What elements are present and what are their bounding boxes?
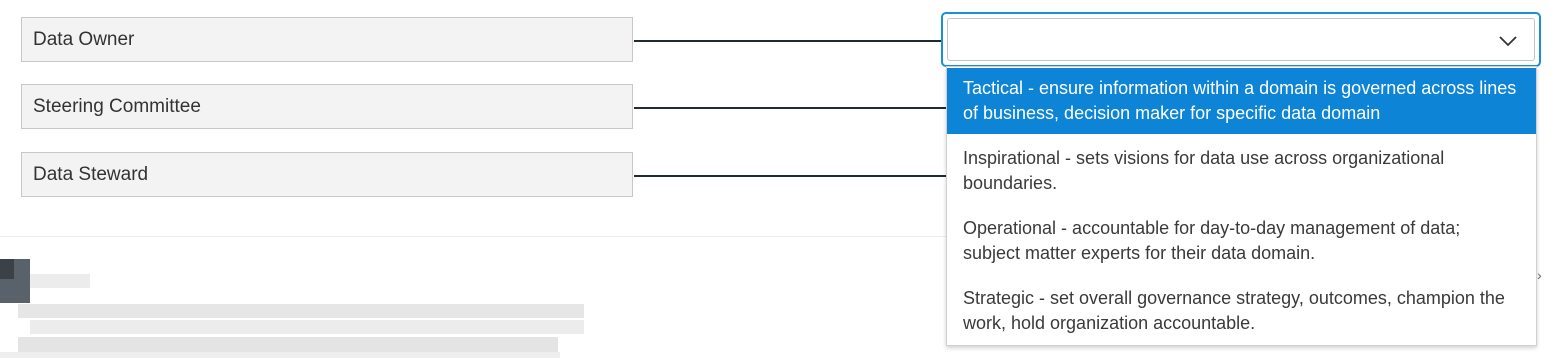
option-strategic[interactable]: Strategic - set overall governance strat… — [947, 286, 1536, 340]
divider — [0, 236, 946, 237]
chevron-down-icon[interactable] — [1497, 30, 1519, 52]
connector-line — [634, 175, 946, 177]
prompt-data-steward: Data Steward — [21, 152, 633, 197]
option-operational[interactable]: Operational - accountable for day-to-day… — [947, 216, 1536, 270]
prompt-steering-committee: Steering Committee — [21, 84, 633, 129]
chevron-right-icon[interactable]: › — [1537, 267, 1542, 283]
answer-select[interactable] — [941, 12, 1541, 67]
prompt-data-owner: Data Owner — [21, 17, 633, 62]
dropdown-list: Tactical - ensure information within a d… — [946, 66, 1537, 346]
select-field[interactable] — [947, 18, 1535, 61]
connector-line — [634, 40, 941, 42]
connector-line — [634, 107, 946, 109]
option-inspirational[interactable]: Inspirational - sets visions for data us… — [947, 146, 1536, 200]
matching-question: Data Owner Steering Committee Data Stewa… — [0, 0, 1561, 358]
option-tactical[interactable]: Tactical - ensure information within a d… — [947, 68, 1536, 134]
